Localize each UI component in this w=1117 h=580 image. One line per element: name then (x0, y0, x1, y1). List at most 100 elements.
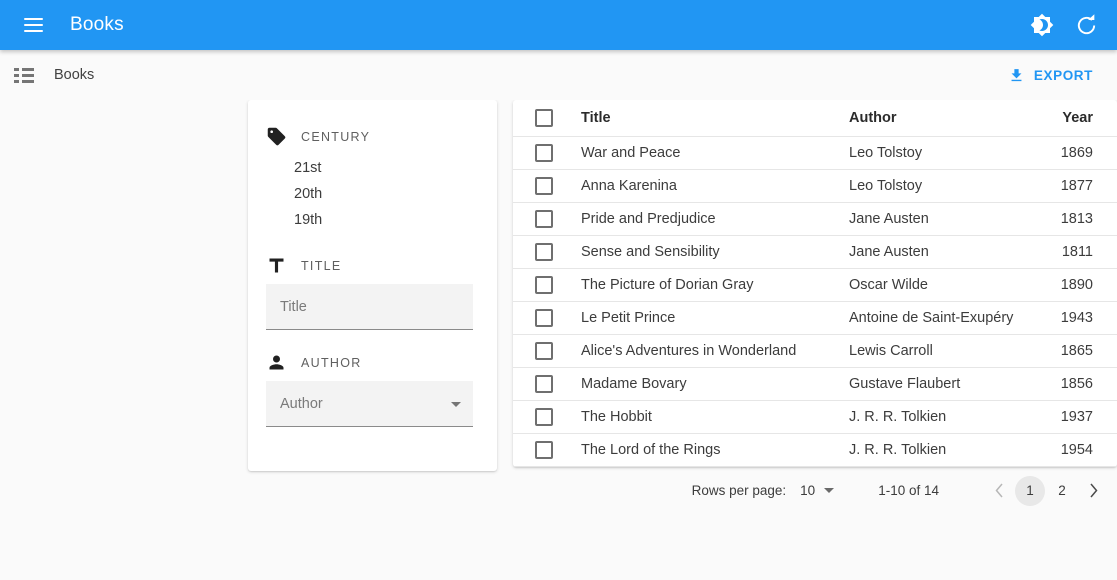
refresh-button[interactable] (1069, 8, 1103, 42)
row-select-cell (513, 169, 581, 202)
filter-author-label: AUTHOR (301, 356, 362, 370)
row-checkbox[interactable] (535, 210, 553, 228)
filter-panel: CENTURY 21st 20th 19th TITLE Title AUTHO… (248, 100, 497, 471)
page-button-1[interactable]: 1 (1015, 476, 1045, 506)
export-label: EXPORT (1034, 68, 1093, 83)
cell-year: 1937 (1041, 400, 1117, 433)
cell-year: 1954 (1041, 433, 1117, 466)
brightness-toggle-button[interactable] (1025, 8, 1059, 42)
app-title: Books (70, 14, 124, 36)
cell-author: J. R. R. Tolkien (849, 400, 1041, 433)
previous-page-button[interactable] (985, 476, 1013, 506)
century-option-19th[interactable]: 19th (248, 207, 473, 233)
author-field-wrapper: Author (248, 381, 473, 427)
row-checkbox[interactable] (535, 441, 553, 459)
view-list-icon (14, 68, 34, 83)
breadcrumb-label: Books (54, 67, 94, 83)
table-body: War and PeaceLeo Tolstoy1869Anna Karenin… (513, 136, 1117, 466)
cell-author: J. R. R. Tolkien (849, 433, 1041, 466)
cell-title: Anna Karenina (581, 169, 849, 202)
chevron-left-icon (995, 483, 1004, 498)
paginator: Rows per page: 10 1-10 of 14 1 2 (513, 467, 1117, 515)
row-checkbox[interactable] (535, 342, 553, 360)
row-checkbox[interactable] (535, 243, 553, 261)
cell-year: 1943 (1041, 301, 1117, 334)
cell-year: 1877 (1041, 169, 1117, 202)
author-select[interactable]: Author (266, 381, 473, 427)
table-row[interactable]: War and PeaceLeo Tolstoy1869 (513, 136, 1117, 169)
books-table-card: Title Author Year War and PeaceLeo Tolst… (513, 100, 1117, 467)
filter-century-header: CENTURY (248, 126, 473, 147)
row-select-cell (513, 268, 581, 301)
table-row[interactable]: The Lord of the RingsJ. R. R. Tolkien195… (513, 433, 1117, 466)
rows-per-page-label: Rows per page: (692, 483, 787, 498)
table-row[interactable]: Sense and SensibilityJane Austen1811 (513, 235, 1117, 268)
title-input-placeholder: Title (280, 299, 307, 315)
cell-title: Sense and Sensibility (581, 235, 849, 268)
table-area: Title Author Year War and PeaceLeo Tolst… (513, 100, 1117, 515)
century-option-list: 21st 20th 19th (248, 155, 473, 233)
title-input[interactable]: Title (266, 284, 473, 330)
table-row[interactable]: Le Petit PrinceAntoine de Saint-Exupéry1… (513, 301, 1117, 334)
app-bar-left: Books (16, 8, 124, 42)
cell-title: Madame Bovary (581, 367, 849, 400)
table-row[interactable]: Alice's Adventures in WonderlandLewis Ca… (513, 334, 1117, 367)
rows-per-page-select[interactable]: 10 (800, 483, 834, 498)
cell-title: Le Petit Prince (581, 301, 849, 334)
row-checkbox[interactable] (535, 309, 553, 327)
row-checkbox[interactable] (535, 144, 553, 162)
refresh-icon (1075, 14, 1098, 37)
download-icon (1008, 67, 1025, 84)
cell-author: Jane Austen (849, 235, 1041, 268)
content-area: CENTURY 21st 20th 19th TITLE Title AUTHO… (0, 100, 1117, 515)
table-row[interactable]: The HobbitJ. R. R. Tolkien1937 (513, 400, 1117, 433)
select-all-checkbox[interactable] (535, 109, 553, 127)
cell-title: The Lord of the Rings (581, 433, 849, 466)
person-icon (266, 352, 287, 373)
cell-author: Leo Tolstoy (849, 136, 1041, 169)
cell-title: The Hobbit (581, 400, 849, 433)
cell-title: The Picture of Dorian Gray (581, 268, 849, 301)
chevron-down-icon (451, 402, 461, 407)
row-select-cell (513, 400, 581, 433)
row-select-cell (513, 433, 581, 466)
row-checkbox[interactable] (535, 276, 553, 294)
table-row[interactable]: The Picture of Dorian GrayOscar Wilde189… (513, 268, 1117, 301)
century-option-21st[interactable]: 21st (248, 155, 473, 181)
century-option-20th[interactable]: 20th (248, 181, 473, 207)
books-table: Title Author Year War and PeaceLeo Tolst… (513, 100, 1117, 467)
cell-year: 1890 (1041, 268, 1117, 301)
table-row[interactable]: Anna KareninaLeo Tolstoy1877 (513, 169, 1117, 202)
table-row[interactable]: Pride and PredjudiceJane Austen1813 (513, 202, 1117, 235)
next-page-button[interactable] (1079, 476, 1107, 506)
chevron-down-icon (824, 488, 834, 493)
cell-author: Gustave Flaubert (849, 367, 1041, 400)
row-checkbox[interactable] (535, 177, 553, 195)
column-header-title[interactable]: Title (581, 100, 849, 136)
row-select-cell (513, 136, 581, 169)
cell-year: 1856 (1041, 367, 1117, 400)
chevron-right-icon (1089, 483, 1098, 498)
row-select-cell (513, 367, 581, 400)
export-button[interactable]: EXPORT (1000, 61, 1101, 90)
select-all-cell (513, 100, 581, 136)
table-head: Title Author Year (513, 100, 1117, 136)
column-header-year[interactable]: Year (1041, 100, 1117, 136)
cell-year: 1869 (1041, 136, 1117, 169)
cell-author: Jane Austen (849, 202, 1041, 235)
cell-author: Leo Tolstoy (849, 169, 1041, 202)
cell-author: Oscar Wilde (849, 268, 1041, 301)
filter-title-label: TITLE (301, 259, 342, 273)
column-header-author[interactable]: Author (849, 100, 1041, 136)
table-header-row: Title Author Year (513, 100, 1117, 136)
row-checkbox[interactable] (535, 408, 553, 426)
filter-title-header: TITLE (248, 255, 473, 276)
row-select-cell (513, 334, 581, 367)
row-checkbox[interactable] (535, 375, 553, 393)
table-row[interactable]: Madame BovaryGustave Flaubert1856 (513, 367, 1117, 400)
page-button-2[interactable]: 2 (1047, 476, 1077, 506)
hamburger-menu-button[interactable] (16, 8, 50, 42)
rows-per-page-value: 10 (800, 483, 815, 498)
cell-title: Pride and Predjudice (581, 202, 849, 235)
row-select-cell (513, 202, 581, 235)
